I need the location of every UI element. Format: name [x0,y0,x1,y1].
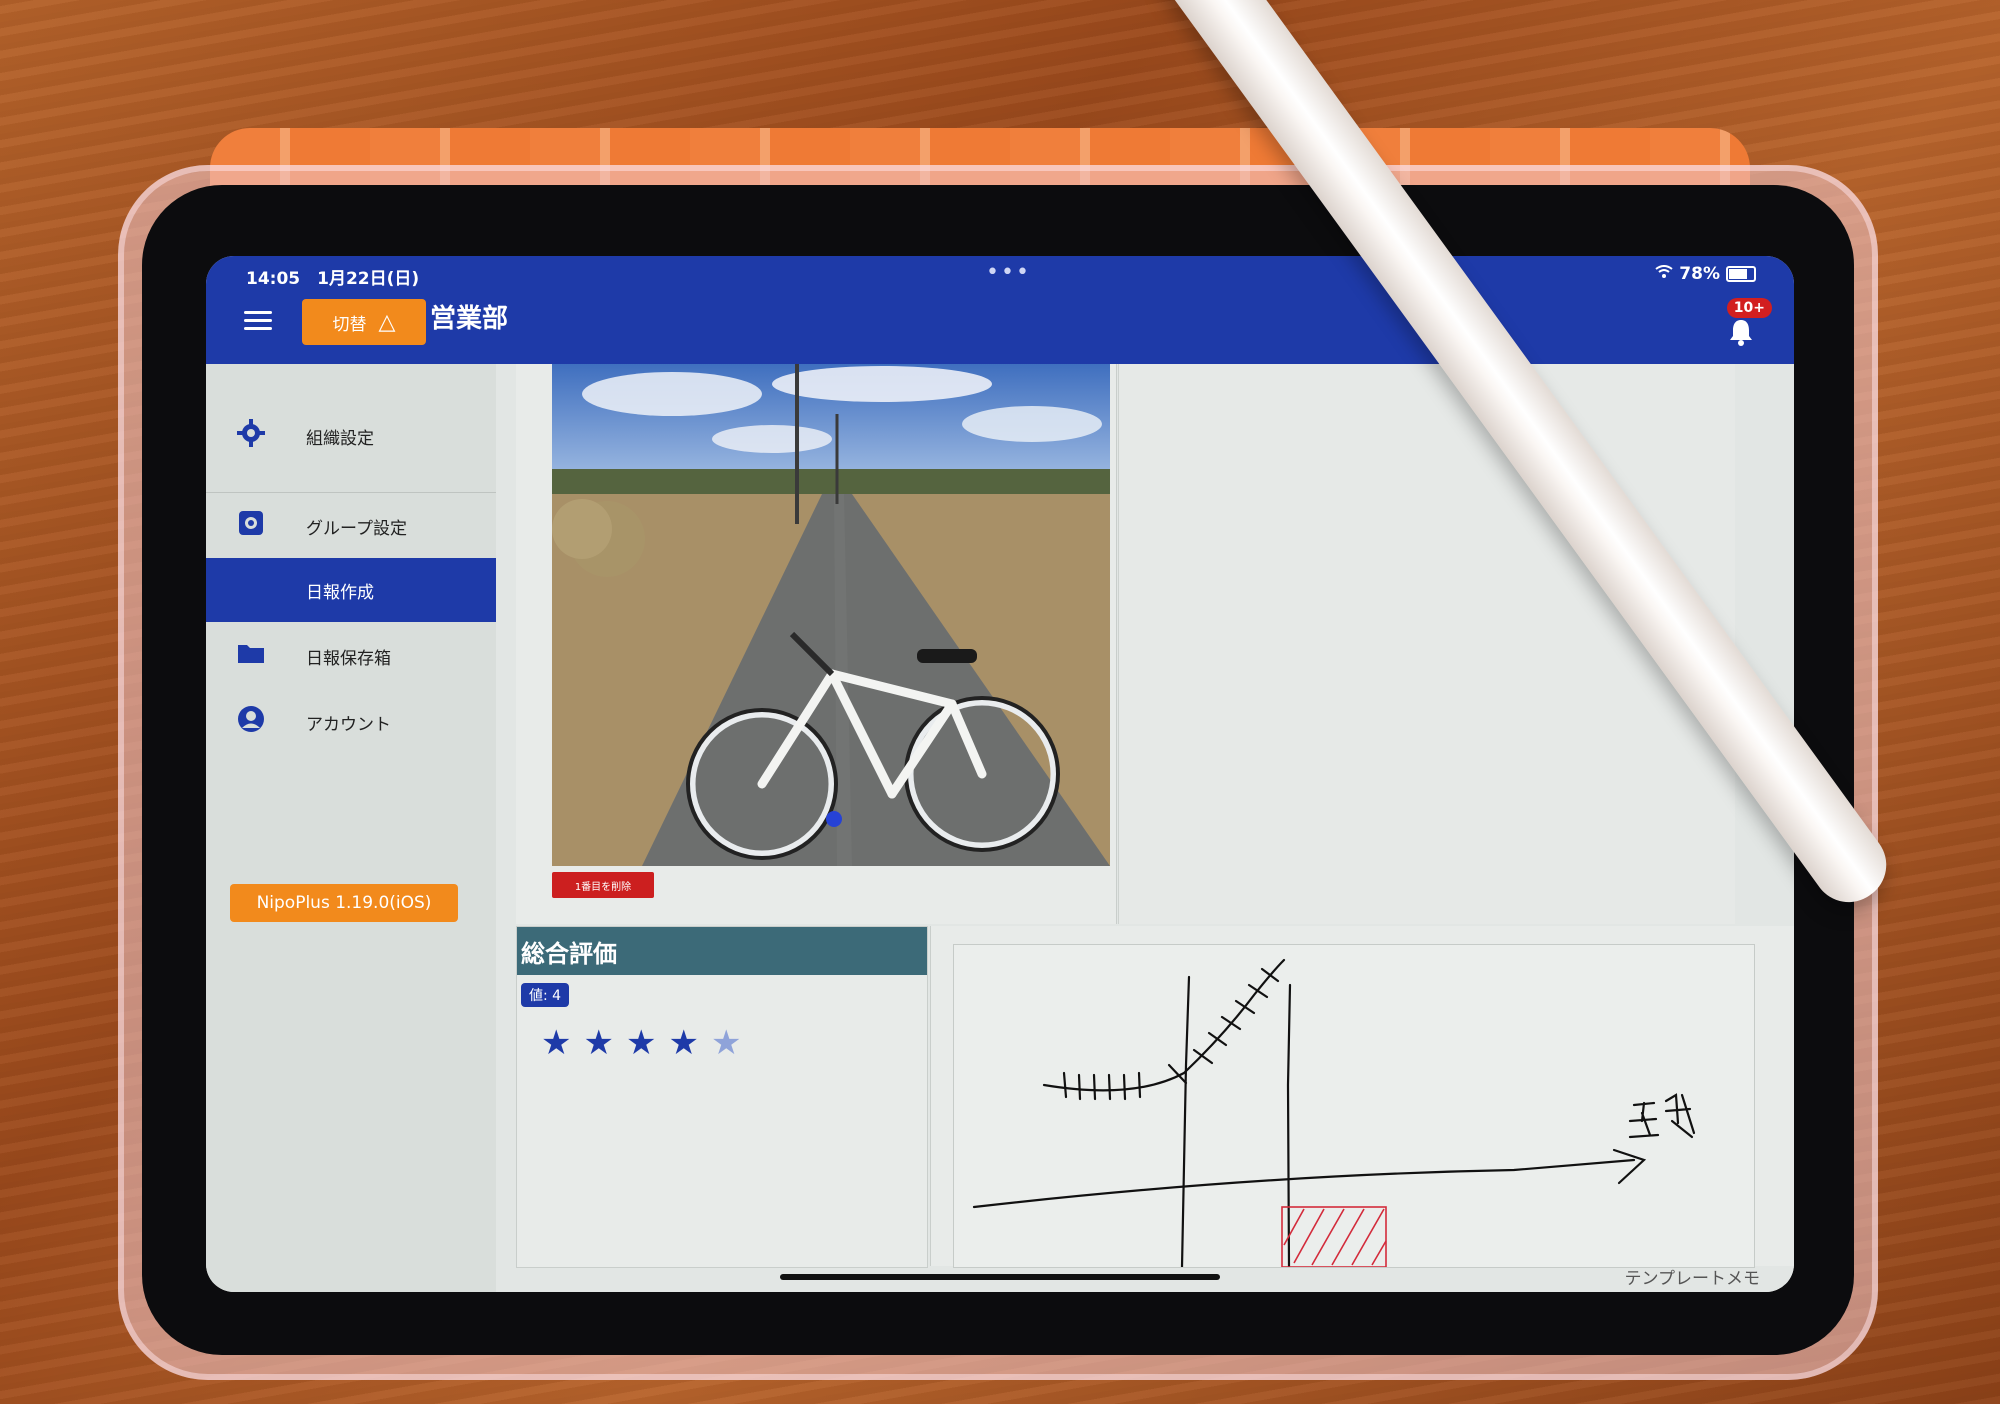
app-bar: 14:05 1月22日(日) ••• 78% 切替 △ 営業部 10+ [206,256,1794,364]
star-rating[interactable]: ★ ★ ★ ★ ★ [541,1023,741,1063]
sidebar-item-account[interactable]: アカウント [206,690,496,754]
photo-panel: 1番目を削除 [516,364,1117,924]
bell-icon[interactable] [1728,318,1754,353]
sidebar-item-group-settings[interactable]: グループ設定 [206,494,496,558]
sidebar-item-org-settings[interactable]: 組織設定 [206,404,496,468]
sidebar-item-label: アカウント [306,714,391,735]
memo-panel [930,926,1794,1269]
battery-percent: 78% [1679,264,1720,284]
rating-title: 総合評価 [517,927,927,975]
sidebar: 組織設定 グループ設定 日報作成 日報保存箱 アカウント NipoPlus 1.… [206,364,497,1292]
battery-icon [1726,266,1756,282]
gear-icon [236,418,266,454]
star-filled-icon[interactable]: ★ [626,1023,656,1063]
notification-badge: 10+ [1726,298,1772,318]
account-icon [236,705,266,740]
sidebar-item-label: 組織設定 [306,428,374,449]
star-empty-icon[interactable]: ★ [711,1023,741,1063]
home-indicator[interactable] [780,1274,1220,1280]
star-filled-icon[interactable]: ★ [668,1023,698,1063]
wifi-icon [1655,264,1673,284]
sidebar-item-report-archive[interactable]: 日報保存箱 [206,624,496,688]
sidebar-item-label: 日報作成 [306,582,374,603]
handwriting-canvas[interactable] [953,944,1755,1269]
folder-icon [236,641,266,672]
star-filled-icon[interactable]: ★ [541,1023,571,1063]
template-memo-label: テンプレートメモ [1624,1269,1761,1289]
triangle-icon: △ [378,309,396,335]
switch-label: 切替 [332,314,367,335]
sidebar-item-create-report[interactable]: 日報作成 [206,558,496,622]
sidebar-divider [206,492,496,493]
rating-panel: 総合評価 値: 4 ★ ★ ★ ★ ★ [516,926,928,1268]
bicycle-photo[interactable] [552,364,1110,866]
delete-photo-button[interactable]: 1番目を削除 [552,872,654,898]
switch-button[interactable]: 切替 △ [302,299,426,345]
sidebar-item-label: グループ設定 [306,518,407,539]
organization-title: 営業部 [430,304,509,334]
group-gear-icon [236,509,266,544]
sidebar-item-label: 日報保存箱 [306,648,391,669]
status-time: 14:05 1月22日(日) [246,269,420,289]
hamburger-menu-icon[interactable] [244,311,272,333]
multitask-dots-icon[interactable]: ••• [986,260,1031,285]
version-button[interactable]: NipoPlus 1.19.0(iOS) [230,884,458,922]
rating-value-chip: 値: 4 [521,983,570,1007]
star-filled-icon[interactable]: ★ [583,1023,613,1063]
status-indicators: 78% [1655,264,1756,284]
